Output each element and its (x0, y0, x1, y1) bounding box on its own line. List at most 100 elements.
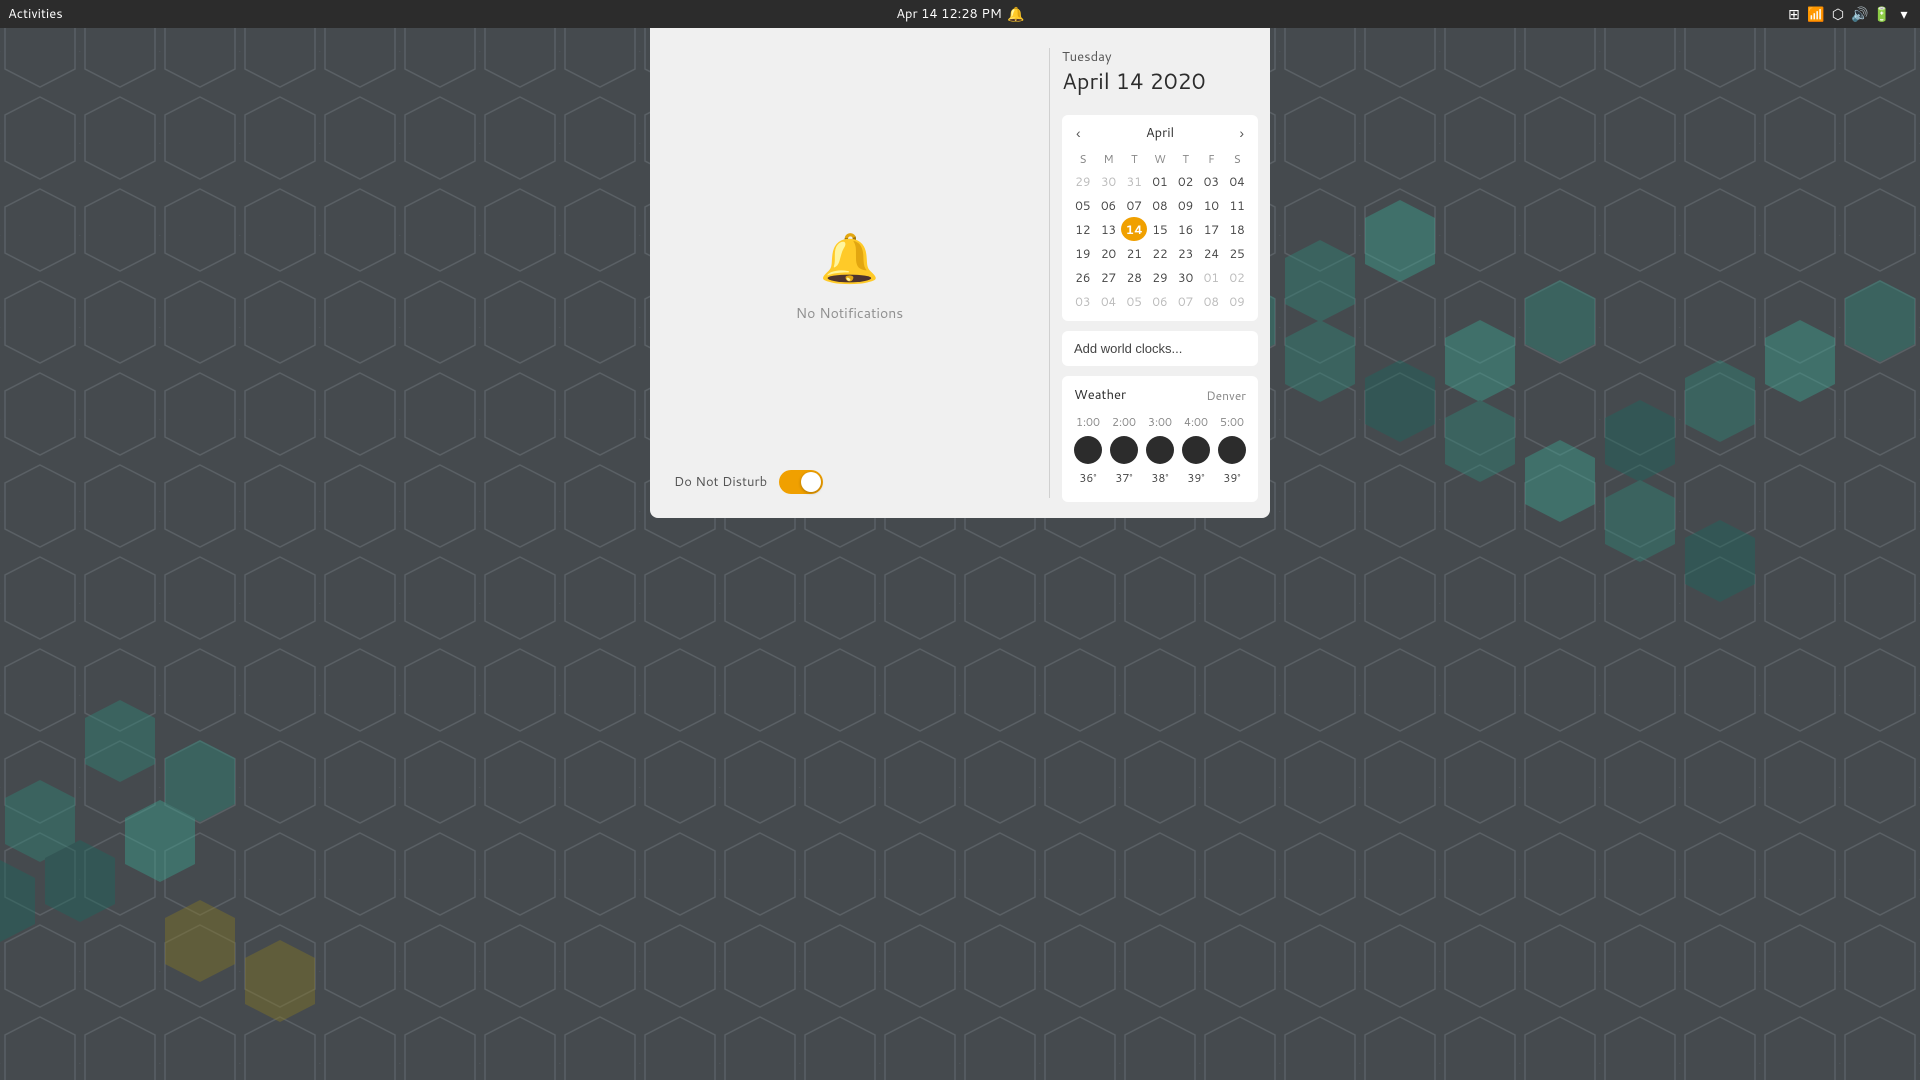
wifi-icon[interactable]: 📶 (1808, 6, 1824, 22)
date-dayname: Tuesday (1062, 48, 1258, 66)
weather-time-label: 4:00 (1184, 414, 1208, 430)
volume-icon[interactable]: 🔊 (1852, 6, 1868, 22)
right-panel: Tuesday April 14 2020 ‹ April › S M T W … (1050, 28, 1270, 518)
cal-header-t1: T (1121, 149, 1147, 169)
calendar-day[interactable]: 07 (1173, 289, 1199, 313)
calendar-day[interactable]: 13 (1096, 217, 1122, 241)
bluetooth-icon[interactable]: ⬡ (1830, 6, 1846, 22)
calendar-day[interactable]: 04 (1224, 169, 1250, 193)
calendar-nav: ‹ April › (1070, 123, 1250, 143)
topbar-right: ⊞ 📶 ⬡ 🔊 🔋 ▾ (1786, 6, 1912, 22)
calendar-month-label: April (1146, 124, 1174, 142)
calendar-day[interactable]: 18 (1224, 217, 1250, 241)
dnd-toggle[interactable] (779, 470, 823, 494)
calendar-day[interactable]: 23 (1173, 241, 1199, 265)
weather-cloud-icon (1146, 436, 1174, 464)
cal-header-m: M (1096, 149, 1122, 169)
weather-cloud-icon (1074, 436, 1102, 464)
calendar-day[interactable]: 02 (1224, 265, 1250, 289)
calendar-day[interactable]: 03 (1070, 289, 1096, 313)
panel-popup: 🔔 No Notifications Do Not Disturb Tuesda… (650, 28, 1270, 518)
topbar-left: Activities (8, 5, 63, 23)
calendar-day[interactable]: 02 (1173, 169, 1199, 193)
calendar-day[interactable]: 26 (1070, 265, 1096, 289)
grid-icon[interactable]: ⊞ (1786, 6, 1802, 22)
date-header: Tuesday April 14 2020 (1062, 44, 1258, 105)
calendar-day[interactable]: 09 (1224, 289, 1250, 313)
weather-time-col: 2:00 37° (1110, 414, 1138, 486)
weather-temp: 39° (1223, 470, 1240, 486)
calendar-day[interactable]: 16 (1173, 217, 1199, 241)
add-world-clocks-button[interactable]: Add world clocks... (1062, 331, 1258, 366)
calendar-day[interactable]: 07 (1121, 193, 1147, 217)
battery-icon[interactable]: 🔋 (1874, 6, 1890, 22)
calendar-day[interactable]: 27 (1096, 265, 1122, 289)
calendar-day[interactable]: 10 (1199, 193, 1225, 217)
weather-time-label: 1:00 (1076, 414, 1100, 430)
weather-time-label: 2:00 (1112, 414, 1136, 430)
calendar-day[interactable]: 17 (1199, 217, 1225, 241)
calendar-day[interactable]: 25 (1224, 241, 1250, 265)
calendar-day[interactable]: 06 (1147, 289, 1173, 313)
no-notifications-icon: 🔔 (820, 223, 880, 291)
calendar-day[interactable]: 14 (1121, 217, 1147, 241)
calendar-day[interactable]: 15 (1147, 217, 1173, 241)
weather-location: Denver (1206, 387, 1246, 404)
calendar-day[interactable]: 08 (1147, 193, 1173, 217)
weather-temp: 38° (1151, 470, 1168, 486)
calendar-day[interactable]: 21 (1121, 241, 1147, 265)
calendar-day[interactable]: 09 (1173, 193, 1199, 217)
weather-time-col: 5:0039° (1218, 414, 1246, 486)
weather-time-label: 3:00 (1148, 414, 1172, 430)
weather-time-col: 4:00 39° (1182, 414, 1210, 486)
calendar-day[interactable]: 29 (1070, 169, 1096, 193)
calendar-day[interactable]: 20 (1096, 241, 1122, 265)
system-menu-icon[interactable]: ▾ (1896, 6, 1912, 22)
calendar-day[interactable]: 12 (1070, 217, 1096, 241)
calendar-day[interactable]: 01 (1199, 265, 1225, 289)
date-full: April 14 2020 (1062, 66, 1258, 97)
calendar-day[interactable]: 03 (1199, 169, 1225, 193)
calendar-day[interactable]: 30 (1096, 169, 1122, 193)
calendar-day[interactable]: 19 (1070, 241, 1096, 265)
calendar-day[interactable]: 06 (1096, 193, 1122, 217)
do-not-disturb-row: Do Not Disturb (674, 470, 823, 494)
weather-temp: 39° (1187, 470, 1204, 486)
dnd-label: Do Not Disturb (674, 473, 767, 491)
calendar-grid: S M T W T F S 29303101020304050607080910… (1070, 149, 1250, 313)
calendar-day[interactable]: 05 (1121, 289, 1147, 313)
weather-times: 1:0036°2:0037°3:0038°4:0039°5:0039° (1074, 414, 1246, 486)
calendar-day[interactable]: 30 (1173, 265, 1199, 289)
calendar-day[interactable]: 24 (1199, 241, 1225, 265)
calendar-day[interactable]: 01 (1147, 169, 1173, 193)
weather-cloud-icon (1182, 436, 1210, 464)
calendar-day[interactable]: 11 (1224, 193, 1250, 217)
weather-header: Weather Denver (1074, 386, 1246, 404)
calendar-day[interactable]: 04 (1096, 289, 1122, 313)
cal-header-s2: S (1224, 149, 1250, 169)
datetime-label: Apr 14 12:28 PM (896, 5, 1002, 23)
topbar-center: Apr 14 12:28 PM 🔔 (896, 5, 1024, 23)
cal-header-w: W (1147, 149, 1173, 169)
weather-cloud-icon (1218, 436, 1246, 464)
weather-widget: Weather Denver 1:00 36° 2:00 37° 3:00 38° 4:00… (1062, 376, 1258, 502)
calendar-day[interactable]: 28 (1121, 265, 1147, 289)
calendar-day[interactable]: 08 (1199, 289, 1225, 313)
cal-header-t2: T (1173, 149, 1199, 169)
weather-time-col: 1:00 36° (1074, 414, 1102, 486)
activities-button[interactable]: Activities (8, 5, 63, 23)
calendar-next-button[interactable]: › (1233, 123, 1250, 143)
calendar-day[interactable]: 05 (1070, 193, 1096, 217)
calendar-day[interactable]: 31 (1121, 169, 1147, 193)
weather-temp: 37° (1115, 470, 1132, 486)
no-notifications-text: No Notifications (796, 303, 903, 323)
calendar-day[interactable]: 22 (1147, 241, 1173, 265)
calendar-day[interactable]: 29 (1147, 265, 1173, 289)
notification-bell-muted-icon[interactable]: 🔔 (1008, 6, 1024, 22)
weather-temp: 36° (1079, 470, 1096, 486)
cal-header-f: F (1199, 149, 1225, 169)
calendar-widget: ‹ April › S M T W T F S 29303 (1062, 115, 1258, 321)
calendar-prev-button[interactable]: ‹ (1070, 123, 1087, 143)
cal-header-s1: S (1070, 149, 1096, 169)
dnd-toggle-knob (801, 472, 821, 492)
